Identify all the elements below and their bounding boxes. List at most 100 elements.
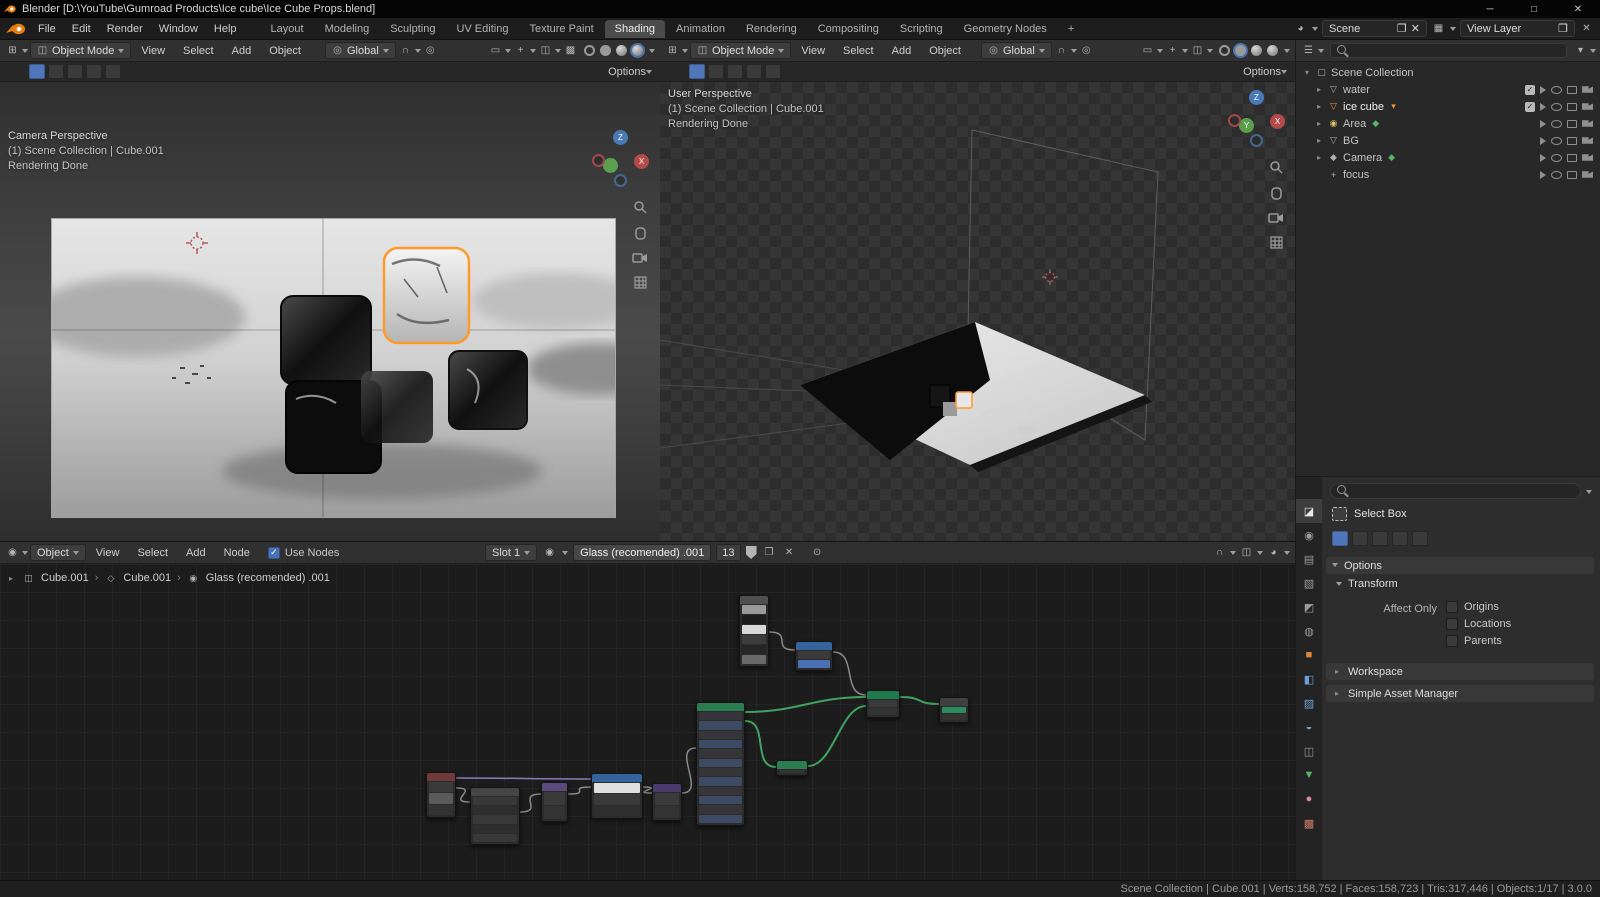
view-layer-remove-icon[interactable]: ✕ (1579, 21, 1594, 36)
render-pass-icon[interactable]: ◕ (1266, 545, 1281, 560)
shader-node-3[interactable] (866, 690, 900, 718)
mode-dropdown[interactable]: ◫Object Mode (690, 42, 791, 59)
material-name-field[interactable]: Glass (recomended) .001 (573, 544, 711, 561)
snap-node-icon[interactable]: ∩ (1212, 545, 1227, 560)
properties-tab-constraints[interactable]: ◫ (1296, 739, 1322, 763)
shading-rendered-icon[interactable] (632, 45, 643, 56)
snap-magnet-icon[interactable]: ∩ (398, 43, 413, 58)
node-header[interactable] (697, 703, 744, 711)
node-canvas[interactable]: ▸ ◫ Cube.001 › ◇ Cube.001 › ◉ Glass (rec… (0, 564, 1295, 881)
tab-sculpting[interactable]: Sculpting (380, 20, 445, 38)
shader-node-10[interactable] (591, 773, 643, 819)
hide-eye-icon[interactable] (1551, 120, 1562, 128)
outliner-row-bg[interactable]: ▸ ▽ BG (1296, 132, 1600, 149)
viewport-canvas[interactable]: Camera Perspective (1) Scene Collection … (0, 82, 660, 541)
scene-unlink-icon[interactable]: ✕ (1411, 22, 1420, 35)
use-nodes-checkbox[interactable]: ✓ (268, 547, 280, 559)
shading-solid-icon[interactable] (600, 45, 611, 56)
viewport-disable-icon[interactable] (1567, 120, 1577, 128)
filter-icon[interactable]: ▾ (1573, 43, 1588, 58)
scene-new-icon[interactable]: ❐ (1397, 22, 1407, 35)
viewport-disable-icon[interactable] (1567, 154, 1577, 162)
menu-add[interactable]: Add (178, 545, 214, 561)
viewport-disable-icon[interactable] (1567, 86, 1577, 94)
options-dropdown[interactable]: Options (608, 66, 652, 78)
pin-icon[interactable]: ⊙ (810, 545, 825, 560)
axis-z-handle[interactable]: Z (1249, 90, 1264, 105)
menu-object[interactable]: Object (261, 43, 309, 59)
shader-node-11[interactable] (652, 783, 682, 821)
tab-rendering[interactable]: Rendering (736, 20, 807, 38)
tool-variant-1[interactable] (1332, 531, 1348, 546)
menu-window[interactable]: Window (151, 21, 206, 37)
view-layer-browse-icon[interactable]: ▦ (1431, 21, 1446, 36)
hide-eye-icon[interactable] (1551, 154, 1562, 162)
outliner-row-focus[interactable]: + focus (1296, 166, 1600, 183)
properties-tab-world[interactable]: ◍ (1296, 619, 1322, 643)
overlays-toggle-icon[interactable]: ◫ (1239, 545, 1254, 560)
shading-material-icon[interactable] (1251, 45, 1262, 56)
shading-rendered-icon[interactable] (1267, 45, 1278, 56)
selectable-icon[interactable] (1540, 86, 1546, 94)
editor-type-icon[interactable]: ⊞ (5, 43, 20, 58)
scene-browse-icon[interactable]: ◕ (1293, 21, 1308, 36)
hide-eye-icon[interactable] (1551, 86, 1562, 94)
menu-select[interactable]: Select (129, 545, 176, 561)
tool-select-lasso-icon[interactable] (86, 64, 102, 79)
shader-editor[interactable]: ◉ Object View Select Add Node ✓ Use Node… (0, 541, 1295, 880)
expand-icon[interactable]: ▸ (1314, 102, 1324, 111)
properties-tab-output[interactable]: ▤ (1296, 547, 1322, 571)
zoom-icon[interactable] (1269, 160, 1284, 175)
tool-variant-4[interactable] (1392, 531, 1408, 546)
hide-eye-icon[interactable] (1551, 137, 1562, 145)
tool-select-box-icon[interactable] (708, 64, 724, 79)
slot-dropdown[interactable]: Slot 1 (485, 544, 537, 561)
tab-compositing[interactable]: Compositing (808, 20, 889, 38)
node-header[interactable] (777, 761, 807, 769)
grid-toggle-icon[interactable] (633, 275, 648, 290)
menu-view[interactable]: View (793, 43, 833, 59)
tool-select-circle-icon[interactable] (67, 64, 83, 79)
node-header[interactable] (427, 773, 455, 781)
viewport-user[interactable]: ⊞ ◫Object Mode View Select Add Object ◎G… (660, 40, 1295, 541)
axis-z-negative-handle[interactable] (1250, 134, 1263, 147)
expand-icon[interactable]: ▸ (1314, 119, 1324, 128)
menu-help[interactable]: Help (206, 21, 245, 37)
node-header[interactable] (592, 774, 642, 782)
properties-tab-physics[interactable]: ◒ (1296, 715, 1322, 739)
tool-variant-3[interactable] (1372, 531, 1388, 546)
selectable-icon[interactable] (1540, 103, 1546, 111)
tab-shading[interactable]: Shading (605, 20, 665, 38)
menu-file[interactable]: File (30, 21, 64, 37)
shading-solid-icon[interactable] (1235, 45, 1246, 56)
render-disable-icon[interactable] (1582, 86, 1593, 94)
node-header[interactable] (740, 596, 768, 604)
close-button[interactable]: ✕ (1556, 0, 1600, 18)
scene-selector[interactable]: Scene ❐ ✕ (1322, 20, 1427, 37)
properties-search-input[interactable] (1330, 483, 1581, 499)
navigation-gizmo[interactable]: Z X Y (1228, 90, 1284, 148)
selectable-icon[interactable] (1540, 154, 1546, 162)
tool-variant-2[interactable] (1352, 531, 1368, 546)
pan-hand-icon[interactable] (633, 226, 648, 241)
render-disable-icon[interactable] (1582, 154, 1593, 162)
properties-tab-texture[interactable]: ▩ (1296, 811, 1322, 835)
shader-type-dropdown[interactable]: Object (30, 544, 86, 561)
outliner-row-water[interactable]: ▸ ▽ water ✓ (1296, 81, 1600, 98)
mode-dropdown[interactable]: ◫Object Mode (30, 42, 131, 59)
properties-tab-tool[interactable]: ◪ (1296, 499, 1322, 523)
axis-x-handle[interactable]: X (1270, 114, 1285, 129)
view-layer-selector[interactable]: View Layer ❐ (1460, 20, 1575, 37)
properties-tab-material[interactable]: ● (1296, 787, 1322, 811)
editor-type-icon[interactable]: ◉ (5, 545, 20, 560)
tab-geometry-nodes[interactable]: Geometry Nodes (954, 20, 1057, 38)
tool-cursor-icon[interactable] (105, 64, 121, 79)
node-header[interactable] (542, 783, 567, 791)
expand-icon[interactable]: ▸ (1314, 85, 1324, 94)
properties-tab-render[interactable]: ◉ (1296, 523, 1322, 547)
visibility-toggle-icon[interactable]: ▭ (488, 43, 503, 58)
tab-scripting[interactable]: Scripting (890, 20, 953, 38)
outliner-search-input[interactable] (1330, 43, 1567, 58)
shader-node-6[interactable] (776, 760, 808, 776)
tab-add-workspace[interactable]: + (1058, 20, 1084, 38)
